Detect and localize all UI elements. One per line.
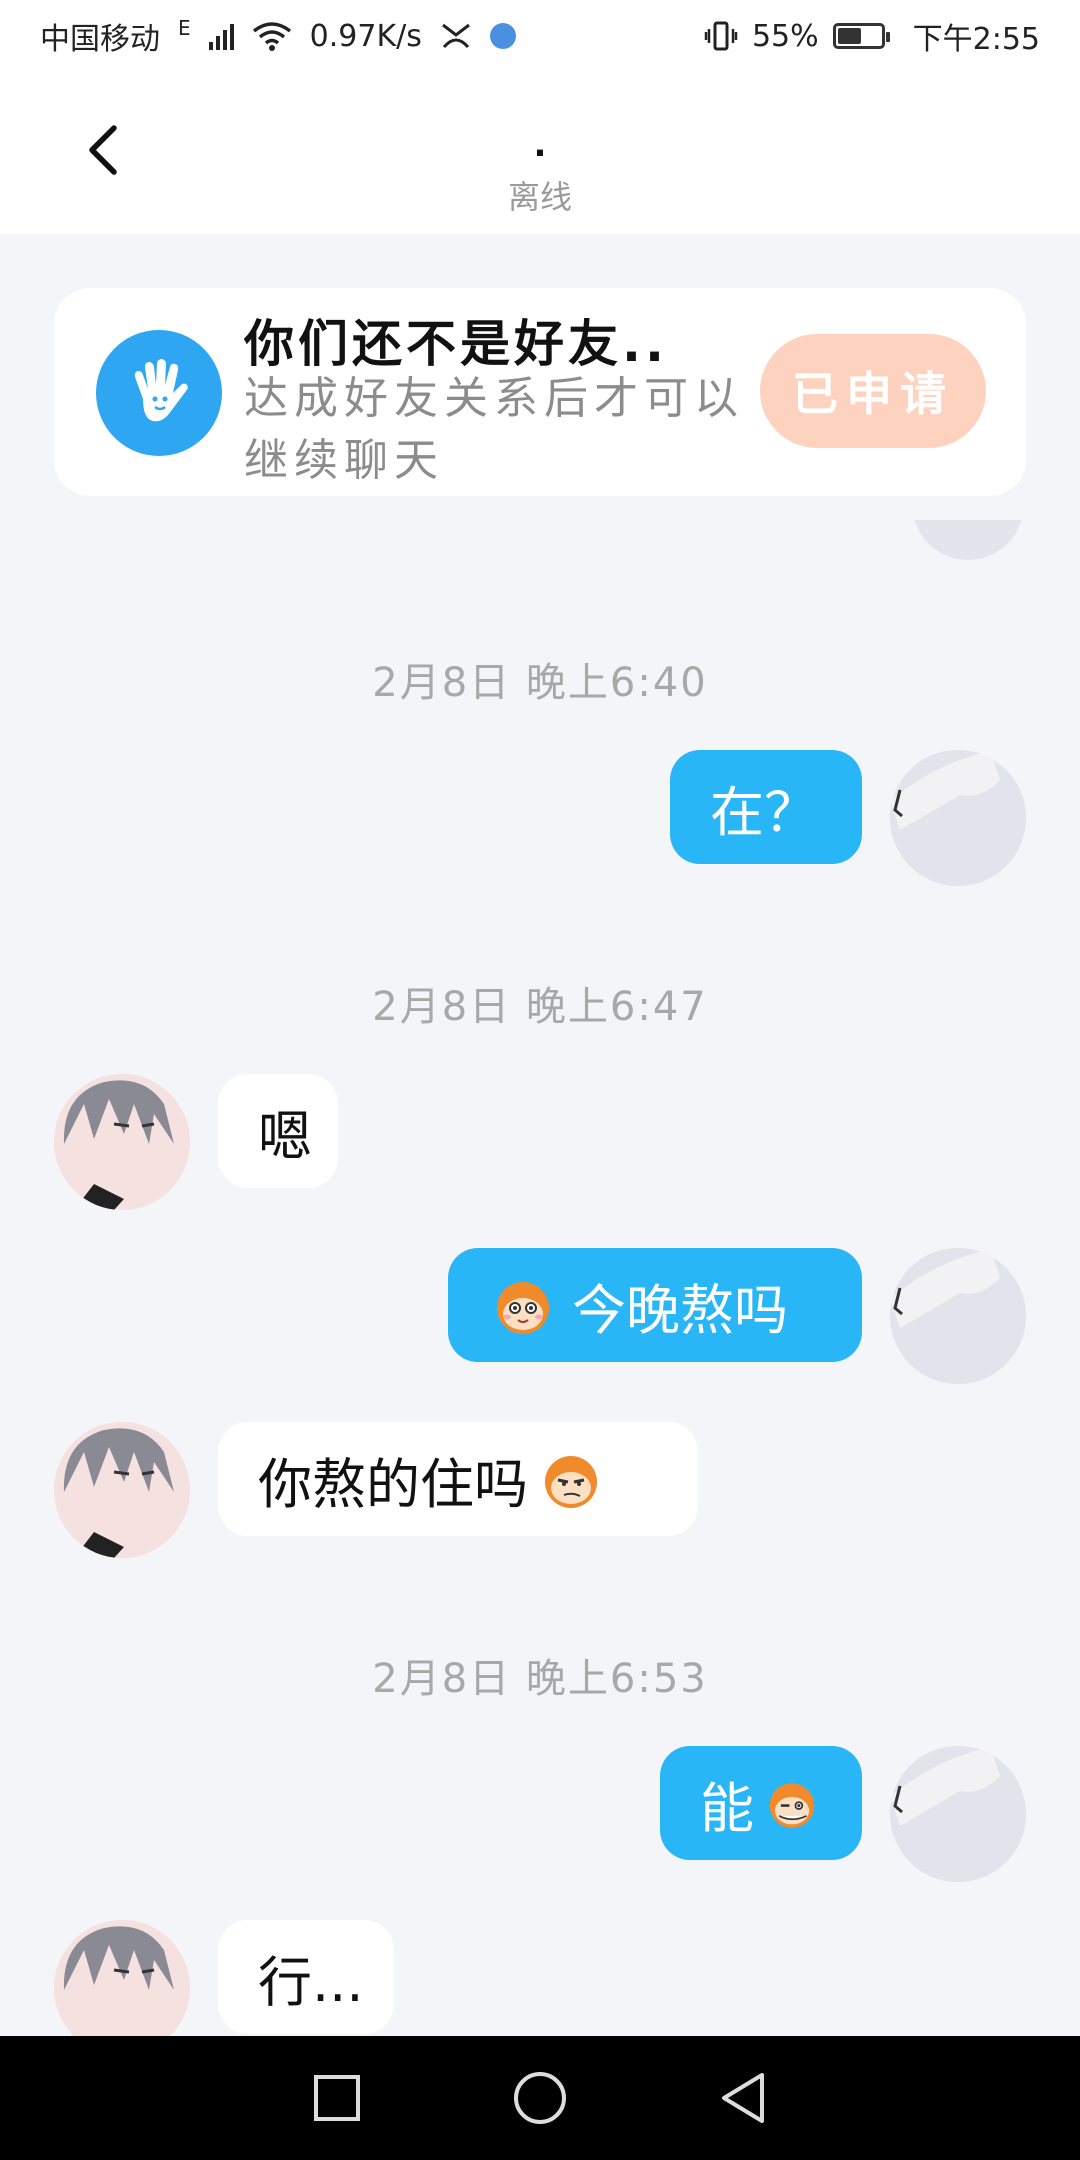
signal-icon [208, 22, 234, 50]
back-nav-icon[interactable] [718, 2071, 768, 2125]
message-text: 在？ [710, 780, 818, 844]
status-bar: 中国移动 E 0.97K/s 55% 下午2:55 [0, 0, 1080, 72]
message-text: 今晚熬吗 [572, 1278, 788, 1342]
home-icon[interactable] [512, 2070, 568, 2126]
monkey-smirk-icon [545, 1456, 597, 1508]
message-bubble-me[interactable]: 今晚熬吗 [448, 1248, 862, 1362]
message-bubble-me[interactable]: 能 [660, 1746, 862, 1860]
timestamp: 2月8日 晚上6:47 [372, 984, 708, 1030]
not-friends-notice: 你们还不是好友.. 达成好友关系后才可以继续聊天 已申请 [54, 288, 1026, 496]
message-bubble-me[interactable]: 在？ [670, 750, 862, 864]
monkey-smile-icon [497, 1282, 549, 1334]
avatar-me-partial [912, 520, 1024, 560]
avatar-me[interactable] [890, 750, 1026, 886]
carrier-label: 中国移动 [40, 22, 160, 57]
avatar-me[interactable] [890, 1248, 1026, 1384]
contact-name: . [533, 125, 547, 165]
chat-header: . 离线 [0, 72, 1080, 234]
timestamp: 2月8日 晚上6:40 [372, 660, 708, 706]
avatar-peer[interactable] [54, 1422, 190, 1558]
timestamp: 2月8日 晚上6:53 [372, 1656, 708, 1702]
wifi-icon [252, 22, 291, 51]
browser-icon [489, 23, 516, 49]
applied-button[interactable]: 已申请 [760, 334, 986, 448]
battery-icon [832, 23, 890, 49]
network-speed: 0.97K/s [309, 18, 422, 54]
clock: 下午2:55 [912, 22, 1040, 57]
message-text: 嗯 [258, 1104, 312, 1168]
message-text: 你熬的住吗 [258, 1452, 528, 1516]
message-text: 行... [258, 1950, 364, 2014]
avatar-peer[interactable] [54, 1074, 190, 1210]
message-text: 能 [700, 1776, 754, 1840]
monkey-wink-icon [769, 1783, 815, 1828]
message-bubble-peer[interactable]: 嗯 [218, 1074, 338, 1188]
message-bubble-peer[interactable]: 行... [218, 1920, 394, 2034]
notice-title: 你们还不是好友.. [244, 315, 668, 373]
battery-percent: 55% [751, 18, 819, 54]
contact-status: 离线 [507, 178, 572, 216]
notice-description: 达成好友关系后才可以继续聊天 [244, 373, 744, 486]
notification-icon [441, 23, 470, 49]
vibrate-icon [704, 21, 738, 51]
avatar-me[interactable] [890, 1746, 1026, 1882]
recent-apps-icon[interactable] [312, 2073, 362, 2123]
waving-hand-icon [96, 330, 222, 456]
message-bubble-peer[interactable]: 你熬的住吗 [218, 1422, 698, 1536]
system-nav-bar [0, 2036, 1080, 2160]
network-type: E [178, 16, 191, 40]
